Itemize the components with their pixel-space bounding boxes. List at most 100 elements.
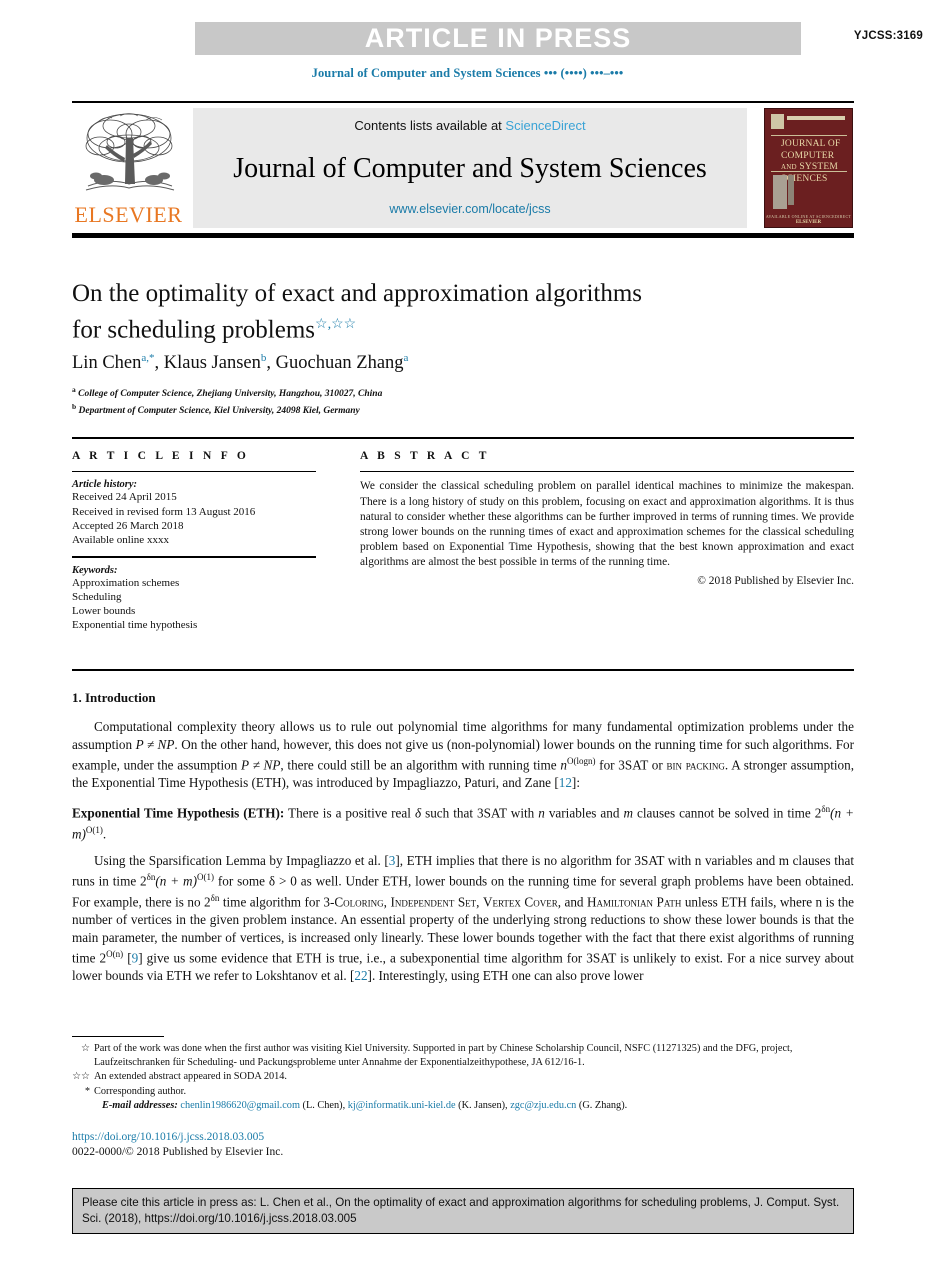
section-heading-introduction: 1. Introduction [72, 690, 156, 705]
sciencedirect-link[interactable]: ScienceDirect [505, 118, 585, 133]
affiliation-mark: a [72, 385, 76, 394]
footnote-item: ☆ Part of the work was done when the fir… [72, 1042, 854, 1069]
doi-link[interactable]: https://doi.org/10.1016/j.jcss.2018.03.0… [72, 1131, 264, 1143]
p3-part-h: , and [557, 894, 587, 910]
p3-part-j: [ [123, 950, 132, 966]
p3-smallcaps-independent-set: Independent Set [390, 894, 477, 910]
sciencedirect-panel: Contents lists available at ScienceDirec… [193, 108, 747, 228]
eth-superscript-1: δn [821, 803, 831, 814]
cover-footer-small: AVAILABLE ONLINE AT SCIENCEDIRECT [765, 214, 852, 219]
eth-part-a: There is a positive real [284, 805, 415, 821]
email-addresses-row: E-mail addresses: chenlin1986620@gmail.c… [72, 1099, 854, 1113]
article-history-label: Article history: [72, 479, 138, 491]
eth-part-d: clauses cannot be solved in time 2 [633, 805, 822, 821]
journal-title: Journal of Computer and System Sciences [233, 153, 707, 184]
p1-part-d: for 3SAT or [595, 757, 667, 773]
p1-smallcaps-binpacking: bin packing [666, 757, 725, 773]
article-in-press-label: ARTICLE IN PRESS [364, 23, 632, 53]
issn-copyright-line: 0022-0000/© 2018 Published by Elsevier I… [72, 1146, 284, 1158]
article-body: 1. Introduction Computational complexity… [72, 690, 854, 994]
footnote-text: An extended abstract appeared in SODA 20… [94, 1071, 288, 1083]
author-name: Lin Chen [72, 353, 142, 374]
page-title: On the optimality of exact and approxima… [72, 278, 792, 345]
paragraph-intro-3: Using the Sparsification Lemma by Impagl… [72, 852, 854, 985]
running-head: Journal of Computer and System Sciences … [311, 66, 624, 80]
title-footnote-marks[interactable]: ☆,☆☆ [315, 317, 356, 332]
p3-smallcaps-hamiltonian-path: Hamiltonian Path [587, 894, 682, 910]
p1-math-1: P ≠ NP [135, 736, 175, 752]
eth-var-n: n [538, 805, 545, 821]
article-first-page: ARTICLE IN PRESS YJCSS:3169 Journal of C… [0, 0, 935, 1266]
footnote-text: Corresponding author. [94, 1085, 187, 1097]
email-link-zhang[interactable]: zgc@zju.edu.cn [510, 1100, 576, 1111]
affiliation-item: a College of Computer Science, Zhejiang … [72, 384, 792, 401]
history-item: Received 24 April 2015 [72, 491, 177, 504]
citation-link-12[interactable]: 12 [559, 775, 572, 790]
masthead-top-rule [72, 101, 854, 103]
cover-decorative-bar-2 [788, 175, 794, 205]
citation-link-22[interactable]: 22 [354, 968, 367, 983]
abstract-rule [360, 471, 854, 473]
affiliation-item: b Department of Computer Science, Kiel U… [72, 401, 792, 418]
info-block-bottom-rule [72, 669, 854, 671]
cover-rule-1 [771, 135, 847, 136]
affiliation-list: a College of Computer Science, Zhejiang … [72, 384, 792, 417]
footnote-item: ☆☆ An extended abstract appeared in SODA… [72, 1070, 854, 1084]
email-owner-zhang: (G. Zhang). [576, 1100, 628, 1112]
author-affiliation-mark[interactable]: b [261, 352, 267, 364]
article-info-rule-1 [72, 471, 316, 473]
p1-math-2: P ≠ NP [241, 757, 281, 773]
keywords-list: Approximation schemes Scheduling Lower b… [72, 576, 316, 633]
history-item: Available online xxxx [72, 534, 169, 546]
footnote-item: * Corresponding author. [72, 1085, 854, 1099]
paragraph-eth-definition: Exponential Time Hypothesis (ETH): There… [72, 801, 854, 843]
contents-prefix: Contents lists available at [354, 118, 506, 133]
email-link-chen[interactable]: chenlin1986620@gmail.com [180, 1100, 300, 1111]
abstract-copyright: © 2018 Published by Elsevier Inc. [697, 574, 854, 587]
affiliation-text: Department of Computer Science, Kiel Uni… [78, 405, 360, 416]
eth-part-c: variables and [544, 805, 624, 821]
cover-decorative-bar-1 [773, 175, 787, 209]
article-info-column: A R T I C L E I N F O Article history: R… [72, 450, 316, 632]
p3-superscript-4: O(n) [106, 949, 124, 960]
author-affiliation-mark[interactable]: a [404, 352, 409, 364]
author-name: Guochuan Zhang [275, 353, 404, 374]
keyword-item: Exponential time hypothesis [72, 619, 198, 632]
article-id-label: YJCSS:3169 [853, 30, 923, 42]
masthead: ELSEVIER Contents lists available at Sci… [72, 106, 854, 230]
footnote-mark-asterisk: * [85, 1085, 90, 1097]
p3-part-e: time algorithm for 3- [219, 894, 335, 910]
p1-part-c: , there could still be an algorithm with… [280, 757, 561, 773]
affiliation-mark: b [72, 401, 77, 411]
p1-part-f: ]: [571, 775, 580, 791]
keyword-item: Lower bounds [72, 605, 136, 617]
footnote-text: Part of the work was done when the first… [94, 1043, 793, 1068]
p3-part-a: Using the Sparsification Lemma by Impagl… [94, 852, 389, 868]
author-affiliation-mark[interactable]: a,* [141, 352, 154, 364]
cover-footer-brand: ELSEVIER [795, 220, 822, 225]
p3-smallcaps-coloring: Coloring [334, 894, 384, 910]
p3-part-l: ]. Interestingly, using ETH one can also… [367, 968, 644, 984]
email-owner-jansen: (K. Jansen), [455, 1100, 511, 1112]
abstract-heading: A B S T R A C T [360, 450, 490, 462]
title-line-1: On the optimality of exact and approxima… [72, 280, 643, 307]
masthead-bottom-rule [72, 233, 854, 238]
cover-line-3-small: AND [781, 163, 797, 171]
keyword-item: Scheduling [72, 590, 122, 603]
author-name: Klaus Jansen [163, 353, 261, 374]
journal-url-link[interactable]: www.elsevier.com/locate/jcss [193, 202, 747, 216]
article-info-heading: A R T I C L E I N F O [72, 450, 250, 462]
footnote-separator-rule [72, 1036, 164, 1038]
article-info-rule-2 [72, 556, 316, 558]
cover-line-2: COMPUTER [781, 150, 835, 161]
eth-var-m: m [623, 805, 633, 821]
cover-top-bar [787, 116, 845, 120]
email-link-jansen[interactable]: kj@informatik.uni-kiel.de [348, 1100, 456, 1111]
contents-available-line: Contents lists available at ScienceDirec… [193, 118, 747, 133]
cover-line-1: JOURNAL OF [781, 139, 841, 149]
title-line-2: for scheduling problems [72, 316, 316, 344]
keywords-label: Keywords: [72, 564, 118, 576]
elsevier-logo: ELSEVIER [72, 106, 185, 230]
p3-superscript-2: O(1) [196, 872, 214, 883]
p3-part-g: , [476, 894, 483, 910]
